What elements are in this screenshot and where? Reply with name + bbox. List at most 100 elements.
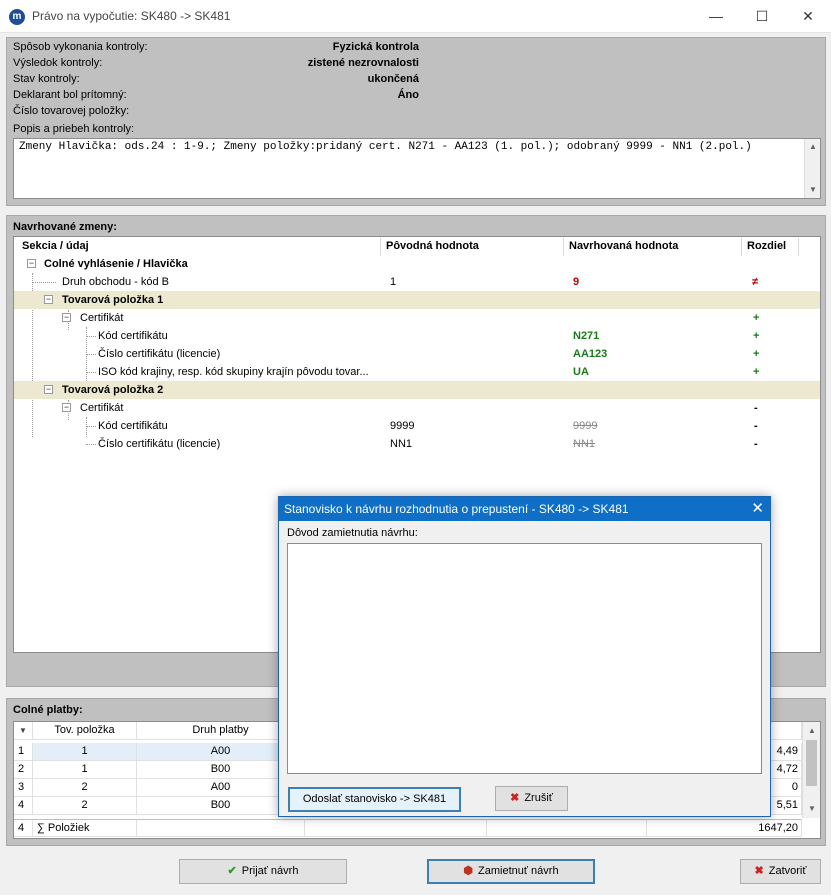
description-text: Zmeny Hlavička: ods.24 : 1-9.; Zmeny pol…: [19, 141, 752, 153]
collapse-icon[interactable]: −: [62, 313, 71, 322]
tree-row-proposed: 9: [573, 276, 580, 288]
tree-row-label: ISO kód krajiny, resp. kód skupiny krají…: [98, 366, 369, 378]
grid-footer-cell: [305, 819, 487, 837]
scroll-thumb[interactable]: [806, 740, 817, 786]
collapse-icon[interactable]: −: [44, 295, 53, 304]
field-value-result: zistené nezrovnalosti: [307, 57, 419, 69]
col-header-diff[interactable]: Rozdiel: [747, 240, 786, 252]
tree-row-proposed: N271: [573, 330, 600, 342]
col-header-proposed[interactable]: Navrhovaná hodnota: [569, 240, 678, 252]
close-x-icon: ✖: [510, 792, 520, 804]
tree-row-label: Číslo certifikátu (licencie): [98, 348, 221, 360]
title-bar: m Právo na vypočutie: SK480 -> SK481 — ☐…: [0, 0, 831, 33]
scroll-down-icon[interactable]: ▼: [804, 801, 820, 817]
grid-footer-total: 1647,20: [647, 819, 802, 837]
tree-row[interactable]: − Certifikát -: [14, 399, 820, 417]
description-scrollbar[interactable]: ▲ ▼: [804, 139, 820, 198]
col-separator: [741, 238, 742, 256]
field-value-declarant: Áno: [397, 89, 419, 101]
scroll-up-icon[interactable]: ▲: [804, 723, 820, 739]
close-x-icon: ✖: [754, 865, 764, 877]
tree-row-proposed: AA123: [573, 348, 608, 360]
field-label-method: Spôsob vykonania kontroly:: [13, 41, 148, 53]
grid-row-number: 4: [14, 797, 33, 815]
field-value-method: Fyzická kontrola: [332, 41, 419, 53]
minus-icon: -: [754, 402, 758, 414]
col-header-section[interactable]: Sekcia / údaj: [22, 240, 89, 252]
tree-row-proposed: UA: [573, 366, 589, 378]
tree-row[interactable]: ISO kód krajiny, resp. kód skupiny krají…: [14, 363, 820, 381]
grid-footer-cell: [137, 819, 305, 837]
reject-proposal-button[interactable]: ⬢ Zamietnuť návrh: [427, 859, 595, 884]
grid-scrollbar[interactable]: ▲ ▼: [802, 722, 820, 818]
tree-row-proposed: 9999: [573, 420, 598, 432]
close-button[interactable]: ✖ Zatvoriť: [740, 859, 821, 884]
col-header-original[interactable]: Pôvodná hodnota: [386, 240, 479, 252]
plus-icon: +: [753, 366, 760, 378]
plus-icon: +: [753, 348, 760, 360]
minimize-button[interactable]: —: [693, 0, 739, 32]
grid-cell-item[interactable]: 1: [33, 761, 137, 779]
tree-row-original: NN1: [390, 438, 413, 450]
window-title: Právo na vypočutie: SK480 -> SK481: [32, 9, 231, 23]
field-label-state: Stav kontroly:: [13, 73, 80, 85]
tree-row-label: Kód certifikátu: [98, 420, 168, 432]
close-window-button[interactable]: ✕: [785, 0, 831, 32]
not-equal-icon: ≠: [752, 276, 759, 288]
opinion-dialog: Stanovisko k návrhu rozhodnutia o prepus…: [278, 496, 771, 817]
tree-row[interactable]: Kód certifikátu N271 +: [14, 327, 820, 345]
reject-proposal-label: Zamietnuť návrh: [478, 865, 559, 877]
grid-footer-cell: [487, 819, 647, 837]
checkmark-icon: ✔: [227, 865, 237, 877]
scroll-down-icon[interactable]: ▼: [805, 182, 821, 198]
tree-row[interactable]: − Tovarová položka 1: [14, 291, 820, 309]
close-label: Zatvoriť: [768, 865, 807, 877]
minus-icon: -: [754, 420, 758, 432]
dialog-title: Stanovisko k návrhu rozhodnutia o prepus…: [284, 502, 629, 516]
dialog-title-bar: Stanovisko k návrhu rozhodnutia o prepus…: [279, 497, 770, 521]
tree-row[interactable]: − Certifikát +: [14, 309, 820, 327]
grid-cell-item[interactable]: 2: [33, 797, 137, 815]
tree-row[interactable]: Druh obchodu - kód B 1 9 ≠: [14, 273, 820, 291]
grid-row-number: 3: [14, 779, 33, 797]
grid-cell-item[interactable]: 1: [33, 743, 137, 761]
tree-row[interactable]: Číslo certifikátu (licencie) NN1 NN1 -: [14, 435, 820, 453]
reason-textarea[interactable]: [287, 543, 762, 774]
send-opinion-button[interactable]: Odoslať stanovisko -> SK481: [288, 787, 461, 812]
tree-row-label: Certifikát: [80, 312, 124, 324]
tree-row[interactable]: Číslo certifikátu (licencie) AA123 +: [14, 345, 820, 363]
collapse-icon[interactable]: −: [44, 385, 53, 394]
payments-title: Colné platby:: [13, 704, 83, 716]
description-textbox[interactable]: Zmeny Hlavička: ods.24 : 1-9.; Zmeny pol…: [13, 138, 821, 199]
field-value-state: ukončená: [367, 73, 419, 85]
grid-cell-item[interactable]: 2: [33, 779, 137, 797]
plus-icon: +: [753, 330, 760, 342]
tree-row-label: Tovarová položka 1: [62, 294, 164, 306]
dialog-close-icon[interactable]: ✕: [751, 499, 764, 517]
stop-icon: ⬢: [463, 865, 474, 877]
collapse-icon[interactable]: −: [62, 403, 71, 412]
col-separator: [563, 238, 564, 256]
tree-row-label: Colné vyhlásenie / Hlavička: [44, 258, 188, 270]
grid-header-menu-icon[interactable]: ▼: [14, 722, 33, 740]
tree-row[interactable]: Kód certifikátu 9999 9999 -: [14, 417, 820, 435]
tree-row[interactable]: − Tovarová položka 2: [14, 381, 820, 399]
cancel-button[interactable]: ✖ Zrušiť: [495, 786, 568, 811]
tree-row[interactable]: − Colné vyhlásenie / Hlavička: [14, 255, 820, 273]
maximize-button[interactable]: ☐: [739, 0, 785, 32]
tree-row-proposed: NN1: [573, 438, 596, 450]
grid-row-number: 2: [14, 761, 33, 779]
tree-row-original: 1: [390, 276, 397, 288]
accept-proposal-label: Prijať návrh: [241, 865, 299, 877]
scroll-up-icon[interactable]: ▲: [805, 139, 821, 155]
reason-label: Dôvod zamietnutia návrhu:: [287, 527, 418, 539]
tree-row-original: 9999: [390, 420, 415, 432]
tree-row-label: Druh obchodu - kód B: [62, 276, 170, 288]
grid-footer-label: ∑ Položiek: [33, 819, 137, 837]
grid-header-item[interactable]: Tov. položka: [33, 722, 137, 740]
grid-footer-count: 4: [14, 819, 33, 837]
collapse-icon[interactable]: −: [27, 259, 36, 268]
field-label-result: Výsledok kontroly:: [13, 57, 103, 69]
tree-row-label: Kód certifikátu: [98, 330, 168, 342]
accept-proposal-button[interactable]: ✔ Prijať návrh: [179, 859, 347, 884]
